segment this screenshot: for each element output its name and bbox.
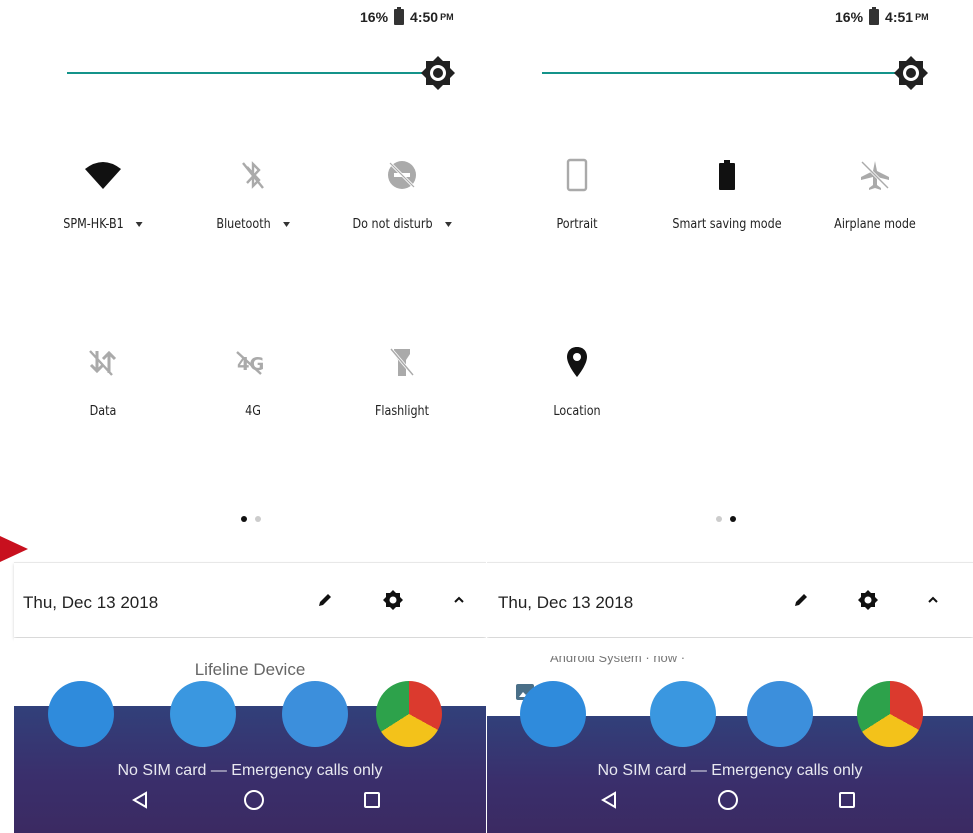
chevron-down-icon[interactable]: [135, 222, 143, 227]
brightness-slider-track[interactable]: [67, 72, 437, 74]
clock: 4:51: [885, 9, 914, 25]
qs-footer: Thu, Dec 13 2018: [14, 562, 486, 637]
battery-icon: [394, 7, 405, 25]
recents-square-icon: [839, 792, 855, 808]
no-sim-text: No SIM card — Emergency calls only: [597, 762, 863, 779]
home-circle-icon: [718, 790, 738, 810]
location-icon: [567, 347, 587, 377]
page-indicator: [716, 516, 736, 522]
messages-app-icon[interactable]: [282, 681, 348, 747]
tile-do-not-disturb[interactable]: Do not disturb: [332, 155, 472, 232]
contacts-app-icon[interactable]: [650, 681, 716, 747]
tile-label: Do not disturb: [352, 217, 433, 232]
notification-title: Lifeline Device: [194, 660, 306, 679]
battery-saver-icon: [719, 160, 735, 190]
battery-icon: [869, 7, 880, 25]
gear-icon: [858, 590, 878, 610]
pencil-icon: [795, 594, 807, 606]
chevron-up-icon: [928, 596, 938, 603]
chrome-app-icon[interactable]: [857, 681, 923, 747]
mobile-data-off-icon: [89, 350, 117, 376]
page-dot[interactable]: [716, 516, 722, 522]
page-dot-active: [730, 516, 736, 522]
quick-settings-panel-page-1: 16% 4:50 PM SPM-HK-B1 Bluetooth Do not di…: [0, 0, 486, 833]
bluetooth-off-icon: [242, 161, 264, 189]
do-not-disturb-off-icon: [388, 161, 416, 189]
chevron-up-icon: [454, 596, 464, 603]
tile-bluetooth[interactable]: Bluetooth: [183, 155, 323, 232]
tile-label: Portrait: [556, 217, 598, 232]
edit-button[interactable]: [314, 589, 336, 611]
navigation-bar: [487, 788, 973, 818]
pencil-icon: [319, 594, 331, 606]
page-indicator: [241, 516, 261, 522]
clock-ampm: PM: [915, 12, 929, 22]
tile-label: Location: [553, 404, 601, 419]
brightness-slider-knob[interactable]: [420, 55, 456, 91]
messages-app-icon[interactable]: [747, 681, 813, 747]
battery-percent: 16%: [360, 9, 389, 25]
tile-label: Airplane mode: [834, 217, 916, 232]
quick-settings-panel-page-2: 16% 4:51 PM Portrait Smart saving mode Ai…: [487, 0, 973, 833]
back-button[interactable]: [128, 788, 152, 812]
collapse-button[interactable]: [448, 589, 470, 611]
page-dot[interactable]: [255, 516, 261, 522]
tile-label: Flashlight: [374, 404, 430, 419]
no-sim-text: No SIM card — Emergency calls only: [117, 762, 383, 779]
back-triangle-icon: [601, 791, 616, 809]
brightness-slider-track[interactable]: [542, 72, 912, 74]
tile-label: Smart saving mode: [672, 217, 782, 232]
edit-button[interactable]: [790, 589, 812, 611]
flashlight-off-icon: [389, 348, 415, 376]
tile-smart-saving[interactable]: Smart saving mode: [657, 155, 797, 232]
status-bar: 16% 4:51 PM: [835, 7, 929, 25]
recents-square-icon: [364, 792, 380, 808]
date-label: Thu, Dec 13 2018: [498, 593, 634, 612]
tile-label: Data: [89, 404, 117, 419]
status-bar: 16% 4:50 PM: [360, 7, 454, 25]
page-dot-active: [241, 516, 247, 522]
tile-data[interactable]: Data: [33, 342, 173, 419]
clock: 4:50: [410, 9, 439, 25]
phone-app-icon[interactable]: [48, 681, 114, 747]
home-screen: No SIM card — Emergency calls only: [487, 681, 973, 833]
portrait-icon: [566, 158, 588, 192]
airplane-off-icon: [860, 160, 890, 190]
tile-flashlight[interactable]: Flashlight: [332, 342, 472, 419]
recents-button[interactable]: [835, 788, 859, 812]
clock-ampm: PM: [440, 12, 454, 22]
phone-app-icon[interactable]: [520, 681, 586, 747]
home-screen: No SIM card — Emergency calls only: [14, 681, 486, 833]
settings-button[interactable]: [857, 589, 879, 611]
home-button[interactable]: [242, 788, 266, 812]
4g-off-icon: 4G: [236, 351, 264, 375]
home-circle-icon: [244, 790, 264, 810]
brightness-slider-knob[interactable]: [893, 55, 929, 91]
tile-label: Bluetooth: [216, 217, 271, 232]
home-button[interactable]: [716, 788, 740, 812]
back-button[interactable]: [597, 788, 621, 812]
date-label: Thu, Dec 13 2018: [23, 593, 159, 612]
tile-label: 4G: [245, 404, 261, 419]
tile-airplane-mode[interactable]: Airplane mode: [805, 155, 945, 232]
tile-portrait[interactable]: Portrait: [507, 155, 647, 232]
back-triangle-icon: [132, 791, 147, 809]
tile-wifi[interactable]: SPM-HK-B1: [33, 155, 173, 232]
collapse-button[interactable]: [922, 589, 944, 611]
battery-percent: 16%: [835, 9, 864, 25]
chevron-down-icon[interactable]: [444, 222, 452, 227]
gear-icon: [383, 590, 403, 610]
qs-footer: Thu, Dec 13 2018: [487, 562, 973, 637]
tile-location[interactable]: Location: [507, 342, 647, 419]
recents-button[interactable]: [360, 788, 384, 812]
tile-label: SPM-HK-B1: [63, 217, 124, 232]
contacts-app-icon[interactable]: [170, 681, 236, 747]
settings-button[interactable]: [382, 589, 404, 611]
tile-4g[interactable]: 4G 4G: [183, 342, 323, 419]
chrome-app-icon[interactable]: [376, 681, 442, 747]
navigation-bar: [14, 788, 486, 818]
chevron-down-icon[interactable]: [282, 222, 290, 227]
notification-header: Android System · now ·: [550, 656, 686, 665]
wifi-icon: [85, 162, 121, 189]
